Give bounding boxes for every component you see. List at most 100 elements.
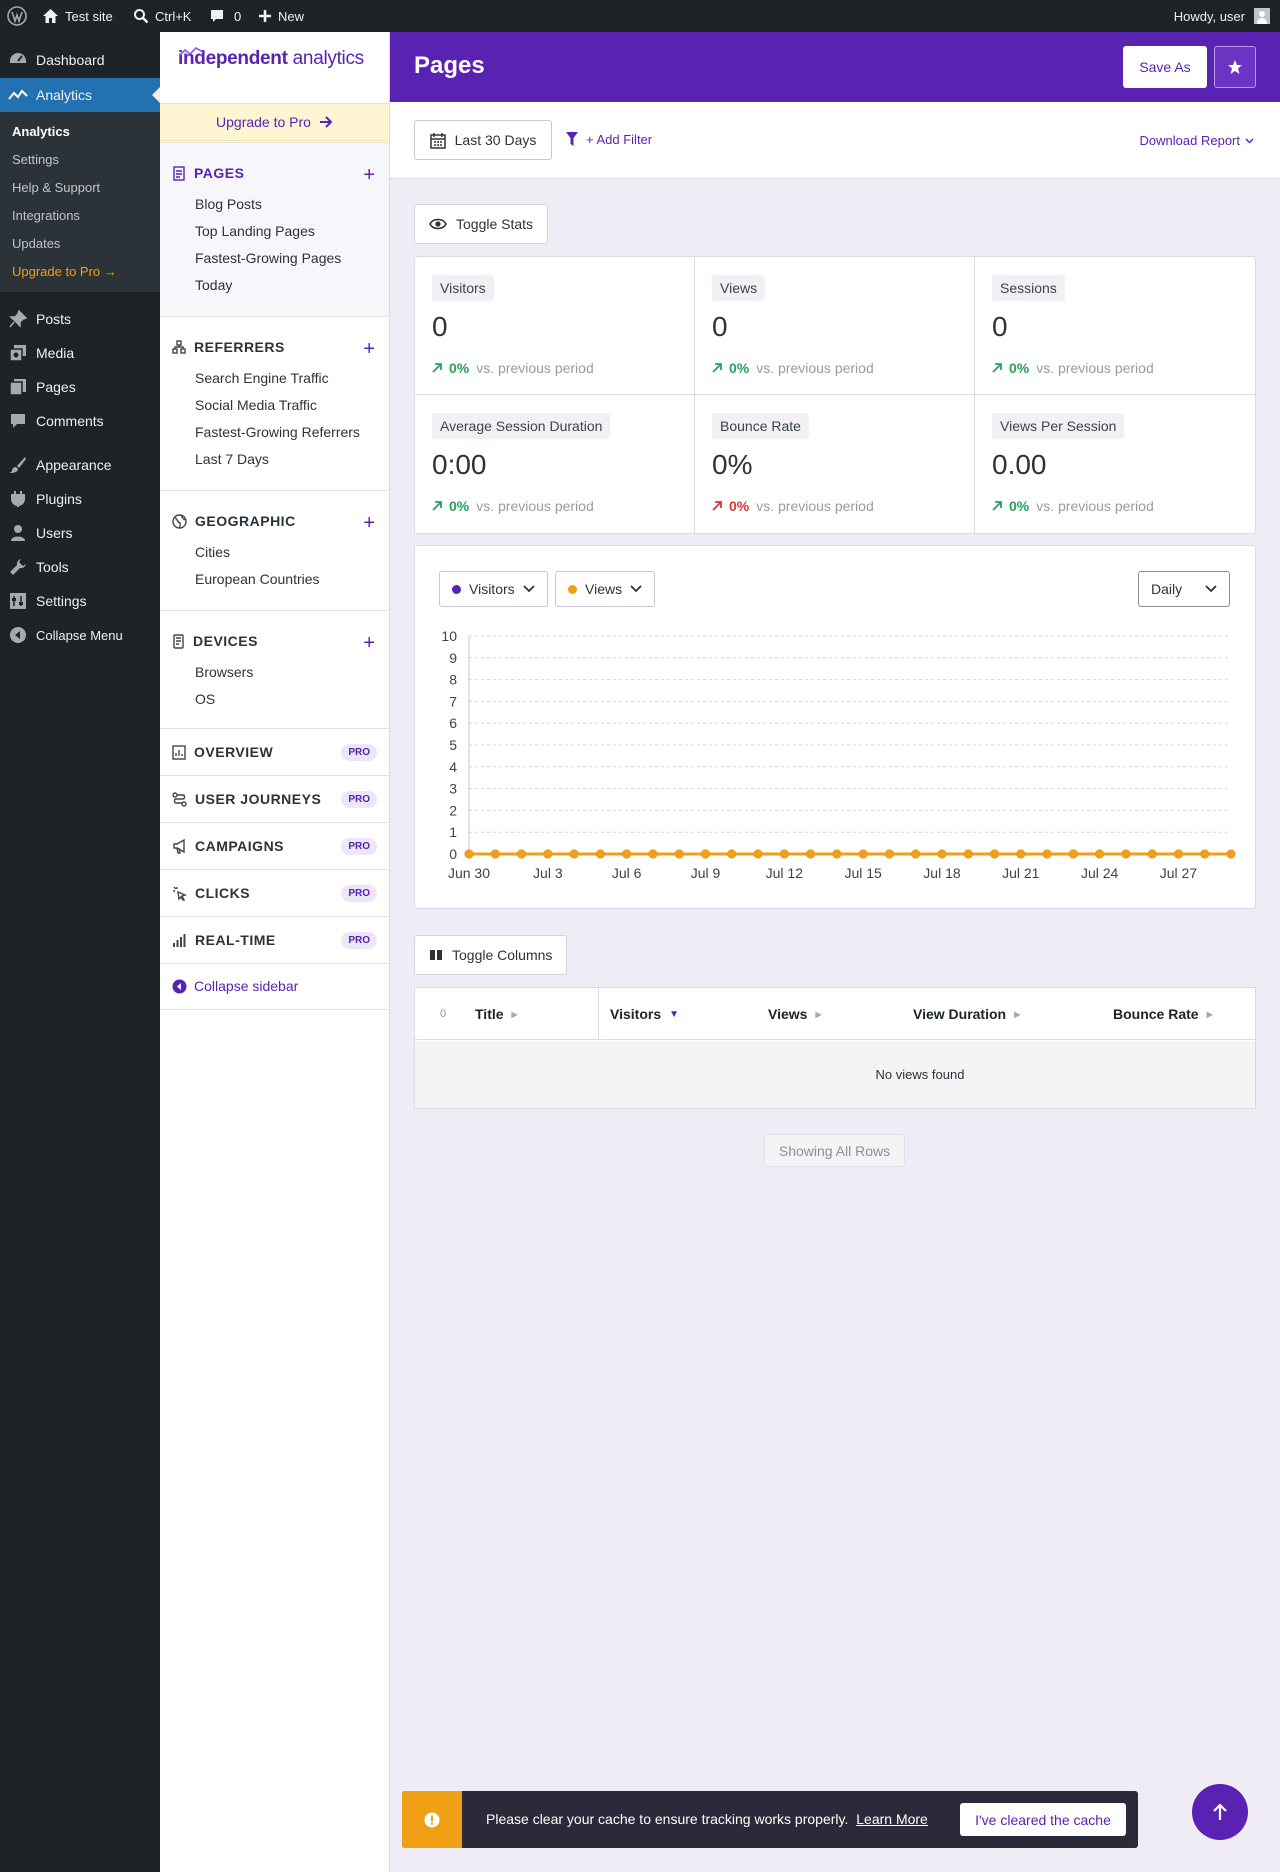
report-link[interactable]: Blog Posts: [195, 196, 262, 212]
submenu-help-support[interactable]: Help & Support: [12, 180, 100, 195]
add-devices-report-icon[interactable]: +: [363, 633, 375, 653]
collapse-sidebar-button[interactable]: Collapse sidebar: [172, 978, 298, 994]
independent-analytics-logo[interactable]: independent analytics: [178, 47, 364, 70]
wordpress-logo-icon[interactable]: [7, 0, 27, 32]
primary-metric-select[interactable]: Visitors: [439, 571, 548, 607]
submenu-updates[interactable]: Updates: [12, 236, 60, 251]
stat-label[interactable]: Average Session Duration: [432, 413, 611, 439]
report-link[interactable]: Fastest-Growing Referrers: [195, 424, 360, 440]
report-link[interactable]: Search Engine Traffic: [195, 370, 329, 386]
submenu-analytics[interactable]: Analytics: [12, 124, 70, 139]
logo-chart-icon: [178, 47, 204, 57]
learn-more-link[interactable]: Learn More: [856, 1811, 928, 1827]
column-header-visitors[interactable]: Visitors ▼: [610, 1006, 679, 1022]
section-referrers-header[interactable]: REFERRERS: [172, 339, 285, 355]
section-geographic-header[interactable]: GEOGRAPHIC: [172, 513, 296, 529]
column-header-bounce-rate[interactable]: Bounce Rate ▶: [1113, 1006, 1213, 1022]
dashboard-icon: [10, 53, 26, 63]
menu-item-users[interactable]: Users: [0, 516, 160, 550]
section-campaigns[interactable]: CAMPAIGNS PRO: [160, 822, 389, 869]
menu-item-tools[interactable]: Tools: [0, 550, 160, 584]
column-header-views[interactable]: Views ▶: [768, 1006, 822, 1022]
collapse-menu-button[interactable]: Collapse Menu: [0, 618, 160, 652]
data-point-views: [832, 849, 842, 859]
stat-change: 0% vs. previous period: [432, 360, 594, 376]
analytics-submenu: Analytics Settings Help & Support Integr…: [0, 112, 160, 292]
column-header-title[interactable]: Title ▶: [475, 1006, 518, 1022]
submenu-integrations[interactable]: Integrations: [12, 208, 80, 223]
data-point-views: [937, 849, 947, 859]
stat-value: 0.00: [992, 449, 1047, 480]
section-pages-header[interactable]: PAGES: [172, 165, 244, 181]
save-as-button[interactable]: Save As: [1123, 46, 1207, 88]
avatar: [1254, 8, 1270, 24]
report-link[interactable]: Cities: [195, 544, 230, 560]
analytics-sidebar: independent analytics Upgrade to Pro PAG…: [160, 32, 390, 1872]
add-pages-report-icon[interactable]: +: [363, 165, 375, 185]
add-referrers-report-icon[interactable]: +: [363, 339, 375, 359]
toggle-stats-button[interactable]: Toggle Stats: [414, 204, 549, 244]
stat-value: 0:00: [432, 449, 487, 480]
cursor-click-icon: [173, 886, 187, 901]
report-link[interactable]: Fastest-Growing Pages: [195, 250, 341, 266]
section-user-journeys[interactable]: USER JOURNEYS PRO: [160, 775, 389, 822]
comments-link[interactable]: 0: [209, 0, 241, 32]
menu-item-analytics[interactable]: Analytics: [0, 78, 160, 112]
comment-icon: [211, 10, 223, 22]
menu-item-appearance[interactable]: Appearance: [0, 448, 160, 482]
report-link[interactable]: Browsers: [195, 664, 253, 680]
report-link[interactable]: Today: [195, 277, 232, 293]
site-name-link[interactable]: Test site: [42, 0, 113, 32]
submenu-settings[interactable]: Settings: [12, 152, 59, 167]
favorite-button[interactable]: [1214, 46, 1256, 88]
section-devices-header[interactable]: DEVICES: [172, 633, 258, 649]
search-shortcut[interactable]: Ctrl+K: [133, 0, 191, 32]
download-report-button[interactable]: Download Report: [1140, 133, 1254, 148]
scroll-to-top-button[interactable]: [1192, 1784, 1248, 1840]
menu-item-pages[interactable]: Pages: [0, 370, 160, 404]
users-icon: [11, 525, 25, 541]
device-icon: [173, 633, 184, 649]
stat-label[interactable]: Views: [712, 275, 766, 301]
referrers-icon: [172, 340, 186, 354]
report-link[interactable]: Top Landing Pages: [195, 223, 315, 239]
cleared-cache-button[interactable]: I've cleared the cache: [960, 1803, 1126, 1836]
user-account-menu[interactable]: Howdy, user: [1174, 0, 1270, 32]
menu-item-plugins[interactable]: Plugins: [0, 482, 160, 516]
section-clicks[interactable]: CLICKS PRO: [160, 869, 389, 916]
menu-item-dashboard[interactable]: Dashboard: [0, 43, 160, 77]
secondary-metric-select[interactable]: Views: [555, 571, 656, 607]
data-point-views: [1173, 849, 1183, 859]
x-tick-label: Jul 3: [533, 865, 563, 881]
views-legend-dot: [568, 584, 577, 594]
stat-label[interactable]: Sessions: [992, 275, 1065, 301]
calendar-icon: [429, 132, 446, 149]
report-link[interactable]: Social Media Traffic: [195, 397, 317, 413]
section-pages: PAGES + Blog Posts Top Landing Pages Fas…: [160, 142, 389, 316]
arrow-up-right-icon: [432, 501, 442, 511]
add-geographic-report-icon[interactable]: +: [363, 513, 375, 533]
column-header-view-duration[interactable]: View Duration ▶: [913, 1006, 1020, 1022]
menu-item-settings[interactable]: Settings: [0, 584, 160, 618]
interval-select[interactable]: Daily: [1138, 571, 1230, 607]
stat-label[interactable]: Bounce Rate: [712, 413, 809, 439]
menu-item-media[interactable]: Media: [0, 336, 160, 370]
report-link[interactable]: OS: [195, 691, 215, 707]
menu-item-comments[interactable]: Comments: [0, 404, 160, 438]
report-link[interactable]: Last 7 Days: [195, 451, 269, 467]
report-link[interactable]: European Countries: [195, 571, 320, 587]
plugin-icon: [11, 491, 25, 507]
submenu-upgrade-to-pro[interactable]: Upgrade to Pro →: [12, 264, 117, 279]
section-real-time[interactable]: REAL-TIME PRO: [160, 916, 389, 963]
add-filter-button[interactable]: + Add Filter: [565, 131, 652, 147]
upgrade-to-pro-banner[interactable]: Upgrade to Pro: [160, 103, 389, 141]
toggle-columns-button[interactable]: Toggle Columns: [414, 935, 568, 975]
filter-icon: [566, 132, 578, 146]
stat-label[interactable]: Visitors: [432, 275, 494, 301]
section-overview[interactable]: OVERVIEW PRO: [160, 728, 389, 775]
showing-all-rows-button[interactable]: Showing All Rows: [764, 1134, 905, 1167]
new-content-link[interactable]: New: [258, 0, 304, 32]
stat-label[interactable]: Views Per Session: [992, 413, 1125, 439]
date-range-button[interactable]: Last 30 Days: [414, 120, 552, 160]
menu-item-posts[interactable]: Posts: [0, 302, 160, 336]
